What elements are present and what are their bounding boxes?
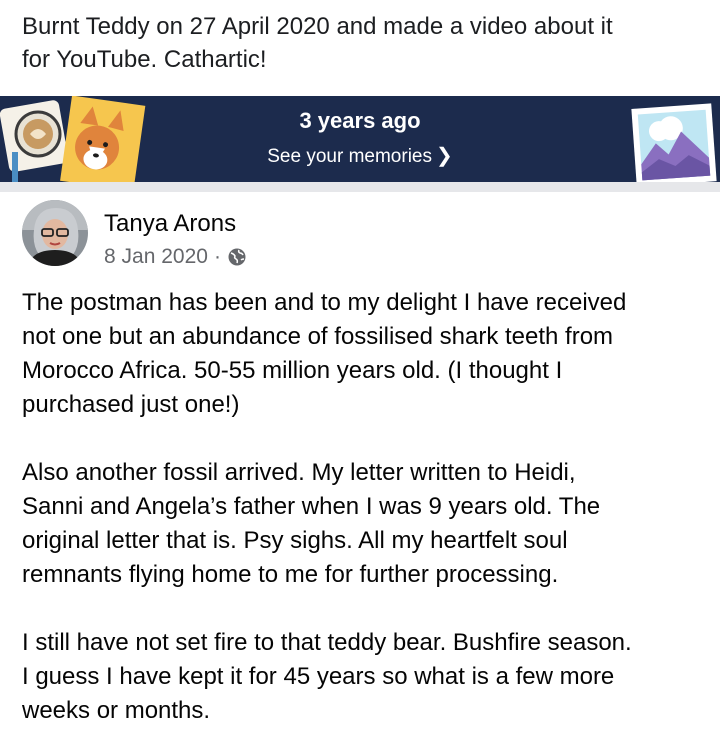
post-text-line: I still have not set fire to that teddy …	[22, 629, 632, 656]
section-divider	[0, 182, 720, 192]
globe-icon	[228, 248, 246, 266]
post-text-line: purchased just one!)	[22, 391, 240, 418]
author-name[interactable]: Tanya Arons	[104, 210, 236, 238]
post-text-line: weeks or months.	[22, 697, 211, 724]
post-text-line: original letter that is. Psy sighs. All …	[22, 527, 568, 554]
post-text-line: I guess I have kept it for 45 years so w…	[22, 663, 615, 690]
post-body: The postman has been and to my delight I…	[22, 286, 712, 728]
caption-line: for YouTube. Cathartic!	[22, 46, 267, 73]
chevron-right-icon: ❯	[435, 145, 453, 167]
see-memories-label: See your memories	[267, 146, 432, 167]
post-text-line: not one but an abundance of fossilised s…	[22, 323, 614, 350]
meta-separator: ·	[213, 245, 221, 268]
post-text-line: Sanni and Angela’s father when I was 9 y…	[22, 493, 601, 520]
caption-text: Burnt Teddy on 27 April 2020 and made a …	[22, 10, 702, 76]
memories-banner[interactable]: 3 years ago See your memories ❯	[0, 96, 720, 182]
post-text-line: Also another fossil arrived. My letter w…	[22, 459, 576, 486]
post-meta: 8 Jan 2020 ·	[104, 245, 247, 269]
memories-title: 3 years ago	[299, 108, 421, 133]
post-text-line: Morocco Africa. 50-55 million years old.…	[22, 357, 563, 384]
post-text-line: The postman has been and to my delight I…	[22, 289, 627, 316]
mountain-photo-icon	[631, 103, 717, 182]
avatar[interactable]	[22, 200, 88, 266]
caption-line: Burnt Teddy on 27 April 2020 and made a …	[22, 13, 613, 40]
post-date[interactable]: 8 Jan 2020	[104, 245, 208, 269]
post-text-line: remnants flying home to me for further p…	[22, 561, 559, 588]
see-memories-link[interactable]: See your memories ❯	[0, 143, 720, 168]
profile-photo	[22, 200, 88, 266]
